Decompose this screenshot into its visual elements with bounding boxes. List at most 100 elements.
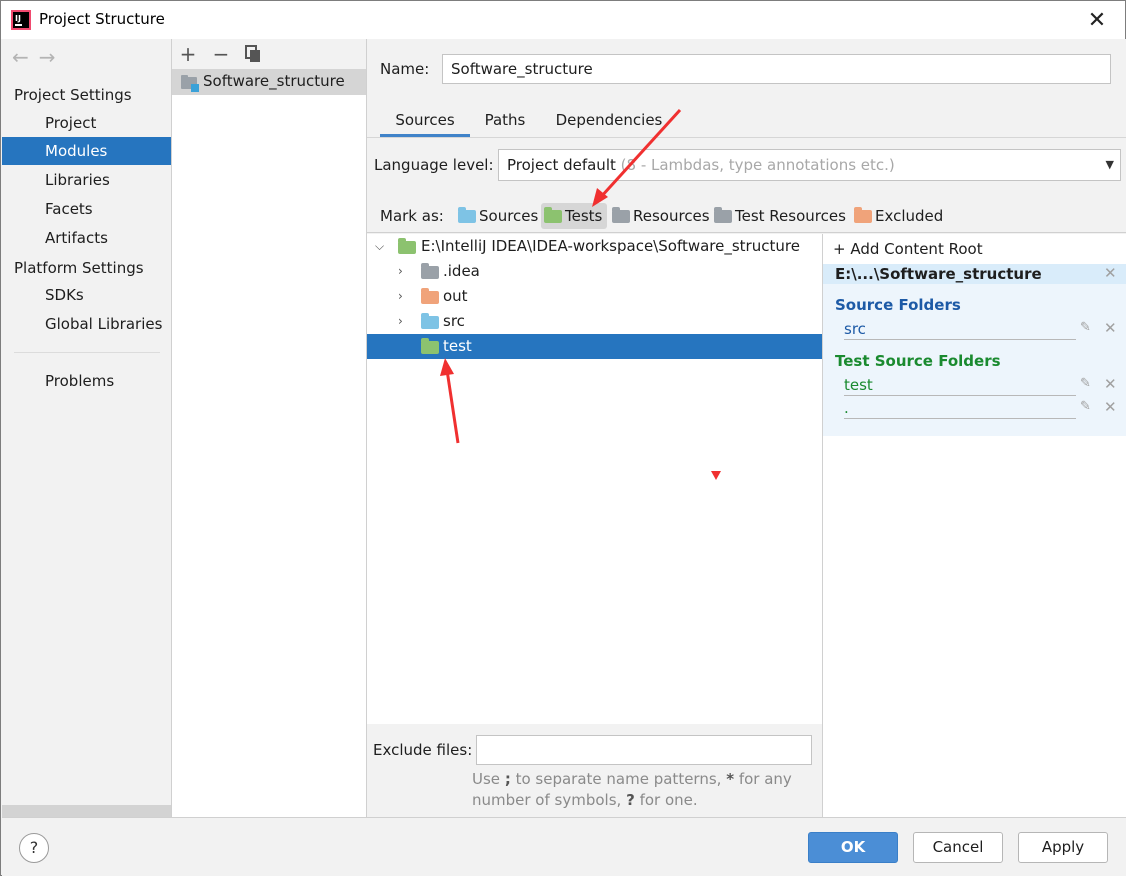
tree-root-label: E:\IntelliJ IDEA\IDEA-workspace\Software…: [421, 237, 800, 255]
mark-resources-button[interactable]: Resources: [609, 203, 710, 229]
remove-icon[interactable]: −: [209, 41, 233, 67]
chevron-right-icon[interactable]: ›: [398, 259, 403, 284]
sidebar-item-facets[interactable]: Facets: [2, 195, 171, 223]
sidebar-item-libraries[interactable]: Libraries: [2, 166, 171, 194]
help-text: Use: [472, 770, 501, 788]
tree-row-out[interactable]: › out: [367, 284, 822, 309]
content-tree: ⌵ E:\IntelliJ IDEA\IDEA-workspace\Softwa…: [367, 234, 822, 724]
mark-test-resources-button[interactable]: Test Resources: [711, 203, 849, 229]
close-icon[interactable]: ✕: [1081, 6, 1113, 34]
back-arrow-icon[interactable]: ←: [12, 45, 39, 69]
language-level-dropdown[interactable]: Project default (8 - Lambdas, type annot…: [498, 149, 1121, 181]
mark-resources-label: Resources: [633, 207, 710, 225]
module-folder-icon: [181, 75, 199, 92]
tree-row-src[interactable]: › src: [367, 309, 822, 334]
test-folder-entry: .: [844, 399, 1076, 419]
tab-sources[interactable]: Sources: [380, 109, 470, 137]
close-icon[interactable]: ✕: [1104, 375, 1117, 393]
help-button[interactable]: ?: [19, 833, 49, 863]
edit-icon[interactable]: ✎: [1080, 320, 1091, 335]
cancel-button[interactable]: Cancel: [913, 832, 1003, 863]
mark-sources-button[interactable]: Sources: [455, 203, 539, 229]
mark-tests-button[interactable]: Tests: [541, 203, 607, 229]
nav-arrows: ←→: [12, 45, 66, 69]
content-root-path: E:\...\Software_structure: [835, 265, 1042, 283]
apply-button[interactable]: Apply: [1018, 832, 1108, 863]
mark-sources-label: Sources: [479, 207, 539, 225]
ok-button[interactable]: OK: [808, 832, 898, 863]
intellij-app-icon: IJ: [11, 10, 31, 30]
tree-row-label: out: [443, 287, 468, 305]
tab-dependencies[interactable]: Dependencies: [547, 109, 671, 137]
language-level-hint: (8 - Lambdas, type annotations etc.): [620, 156, 895, 174]
out-folder-icon: [421, 288, 439, 304]
close-icon[interactable]: ✕: [1104, 398, 1117, 416]
help-question: ?: [626, 791, 635, 809]
tree-row-label: src: [443, 312, 465, 330]
chevron-down-icon[interactable]: ⌵: [375, 234, 384, 259]
exclude-files-label: Exclude files:: [373, 741, 473, 759]
edit-icon[interactable]: ✎: [1080, 376, 1091, 391]
edit-icon[interactable]: ✎: [1080, 399, 1091, 414]
test-source-folders-title: Test Source Folders: [835, 352, 1001, 370]
content-roots-panel: + Add Content Root E:\...\Software_struc…: [823, 234, 1126, 817]
mark-tests-label: Tests: [565, 207, 603, 225]
tests-folder-icon: [544, 207, 562, 223]
chevron-right-icon[interactable]: ›: [398, 284, 403, 309]
test-resources-folder-icon: [714, 207, 732, 223]
mark-excluded-button[interactable]: Excluded: [851, 203, 951, 229]
modules-toolbar: + −: [172, 39, 366, 69]
tree-row-idea[interactable]: › .idea: [367, 259, 822, 284]
sidebar-item-project[interactable]: Project: [2, 109, 171, 137]
dialog-footer: ? OK Cancel Apply: [2, 817, 1126, 876]
exclude-files-input[interactable]: [476, 735, 812, 765]
sidebar-group-platform-settings: Platform Settings: [14, 259, 144, 277]
chevron-down-icon: ▼: [1105, 158, 1114, 171]
window-title: Project Structure: [39, 10, 165, 28]
help-text: for one.: [639, 791, 698, 809]
excluded-folder-icon: [854, 207, 872, 223]
module-item-software-structure[interactable]: Software_structure: [172, 69, 366, 95]
tree-row-test[interactable]: test: [367, 334, 822, 359]
module-item-label: Software_structure: [203, 72, 345, 90]
plus-icon: +: [833, 240, 846, 258]
sidebar-item-modules[interactable]: Modules: [2, 137, 171, 165]
tree-root-row[interactable]: ⌵ E:\IntelliJ IDEA\IDEA-workspace\Softwa…: [367, 234, 822, 259]
add-content-root-label: Add Content Root: [850, 240, 983, 258]
mark-divider: [367, 232, 1126, 233]
add-icon[interactable]: +: [176, 41, 200, 67]
close-icon[interactable]: ✕: [1104, 264, 1117, 282]
name-field[interactable]: Software_structure: [442, 54, 1111, 84]
chevron-right-icon[interactable]: ›: [398, 309, 403, 334]
sidebar-item-sdks[interactable]: SDKs: [2, 281, 171, 309]
tab-paths[interactable]: Paths: [477, 109, 533, 137]
svg-text:IJ: IJ: [15, 14, 21, 23]
sidebar-item-problems[interactable]: Problems: [2, 367, 171, 395]
sidebar-item-artifacts[interactable]: Artifacts: [2, 224, 171, 252]
mark-test-resources-label: Test Resources: [735, 207, 846, 225]
exclude-files-section: Exclude files: Use ; to separate name pa…: [367, 724, 822, 817]
title-bar: IJ Project Structure ✕: [1, 1, 1125, 39]
sidebar-item-global-libraries[interactable]: Global Libraries: [2, 310, 171, 338]
name-label: Name:: [380, 60, 430, 78]
content-root-header: E:\...\Software_structure ✕: [823, 264, 1126, 284]
idea-folder-icon: [421, 263, 439, 279]
resources-folder-icon: [612, 207, 630, 223]
language-level-label: Language level:: [374, 156, 494, 174]
forward-arrow-icon[interactable]: →: [39, 45, 66, 69]
test-folder-entry: test: [844, 376, 1076, 396]
copy-icon[interactable]: [241, 41, 265, 67]
help-star: *: [726, 770, 735, 788]
sidebar-divider: [14, 352, 160, 353]
source-folder-entry: src: [844, 320, 1076, 340]
close-icon[interactable]: ✕: [1104, 319, 1117, 337]
test-folder-icon: [421, 338, 439, 354]
exclude-files-help: Use ; to separate name patterns, * for a…: [472, 769, 802, 811]
sidebar-group-project-settings: Project Settings: [14, 86, 132, 104]
content-root-box: E:\...\Software_structure ✕ Source Folde…: [823, 264, 1126, 436]
module-settings-panel: Name: Software_structure Sources Paths D…: [367, 39, 1126, 817]
mark-as-label: Mark as:: [380, 207, 444, 225]
settings-sidebar: ←→ Project Settings Project Modules Libr…: [2, 39, 171, 817]
sidebar-scrollbar[interactable]: [2, 805, 171, 817]
add-content-root-button[interactable]: + Add Content Root: [833, 240, 983, 258]
